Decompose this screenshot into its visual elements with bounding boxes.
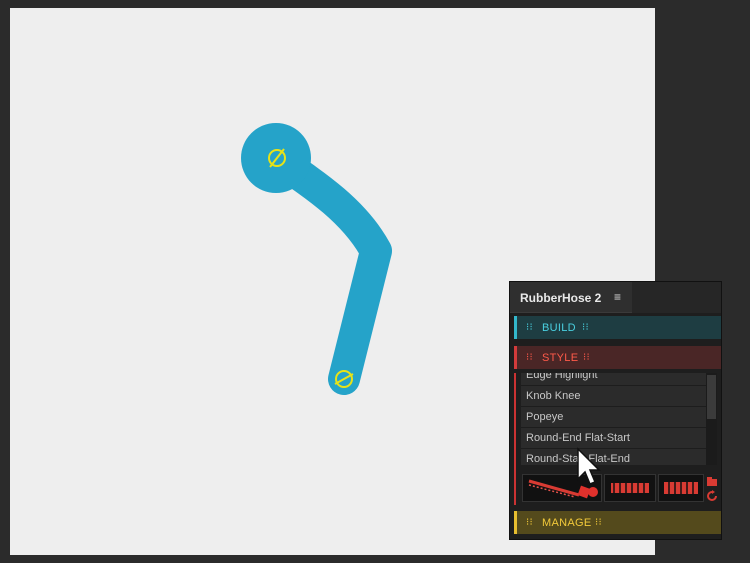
- section-manage-label: MANAGE: [542, 517, 592, 529]
- panel-body: ⁝⁝ BUILD ⁝⁝ ⁝⁝ STYLE ⁝⁝ Edge Highlight K…: [510, 313, 721, 539]
- list-item[interactable]: Popeye: [521, 407, 706, 428]
- style-list-scrollbar[interactable]: [706, 373, 717, 465]
- section-manage[interactable]: ⁝⁝ MANAGE ⁝⁝: [514, 511, 721, 534]
- section-build[interactable]: ⁝⁝ BUILD ⁝⁝: [514, 316, 721, 339]
- rubberhose-panel: RubberHose 2 ≡ ⁝⁝ BUILD ⁝⁝ ⁝⁝ STYLE ⁝⁝ E…: [509, 281, 722, 540]
- grip-icon: ⁝⁝: [583, 352, 590, 363]
- list-item[interactable]: Edge Highlight: [521, 373, 706, 386]
- list-item[interactable]: Round-End Flat-Start: [521, 428, 706, 449]
- refresh-icon[interactable]: [706, 489, 718, 501]
- style-accent-rail: [514, 373, 516, 505]
- section-style[interactable]: ⁝⁝ STYLE ⁝⁝: [514, 346, 721, 369]
- section-style-label: STYLE: [542, 352, 579, 364]
- grip-icon: ⁝⁝: [582, 322, 589, 333]
- panel-tab[interactable]: RubberHose 2 ≡: [510, 282, 632, 314]
- style-list[interactable]: Edge Highlight Knob Knee Popeye Round-En…: [521, 373, 706, 465]
- panel-title: RubberHose 2: [520, 291, 602, 305]
- grip-icon: ⁝⁝: [526, 517, 533, 528]
- hose-preset-icon: [664, 482, 698, 494]
- hose-preset-icon: [611, 483, 649, 493]
- scrollbar-thumb[interactable]: [707, 375, 716, 419]
- style-preset-button-a[interactable]: [604, 474, 656, 502]
- menu-icon[interactable]: ≡: [614, 290, 621, 304]
- style-preset-button-b[interactable]: [658, 474, 704, 502]
- section-build-label: BUILD: [542, 322, 576, 334]
- pointer-cursor-icon: [577, 447, 601, 485]
- grip-icon: ⁝⁝: [526, 322, 533, 333]
- grip-icon: ⁝⁝: [595, 517, 602, 528]
- list-item[interactable]: Round-Start Flat-End: [521, 449, 706, 465]
- rubber-hose-shape: [259, 142, 392, 395]
- folder-icon[interactable]: [706, 475, 718, 487]
- grip-icon: ⁝⁝: [526, 352, 533, 363]
- list-item[interactable]: Knob Knee: [521, 386, 706, 407]
